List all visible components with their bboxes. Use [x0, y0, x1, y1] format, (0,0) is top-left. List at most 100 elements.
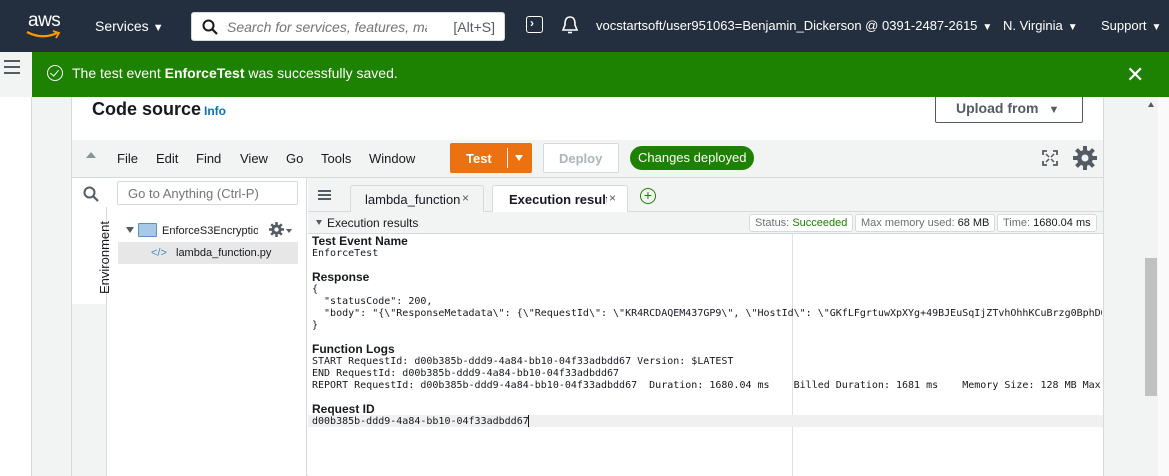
menu-edit[interactable]: Edit [156, 151, 178, 166]
status-label: Status: [755, 217, 790, 229]
aws-smile-icon [26, 30, 61, 39]
folder-settings-gear-icon[interactable] [269, 222, 284, 237]
caret-down-icon: ▼ [1048, 104, 1060, 116]
upload-from-label: Upload from [956, 100, 1039, 116]
menu-find[interactable]: Find [196, 151, 221, 166]
menu-go[interactable]: Go [286, 151, 303, 166]
info-link[interactable]: Info [204, 104, 226, 118]
response-heading: Response [312, 270, 370, 284]
python-file-icon: </> [151, 247, 167, 259]
log-line: REPORT RequestId: d00b385b-ddd9-4a84-bb1… [312, 380, 1101, 391]
close-icon[interactable]: ✕ [1126, 62, 1144, 88]
caret-down-icon: ▼ [152, 22, 164, 34]
hamburger-menu-icon[interactable] [4, 60, 20, 78]
memory-value: 68 MB [957, 217, 990, 229]
account-menu[interactable]: vocstartsoft/user951063=Benjamin_Dickers… [596, 18, 992, 33]
log-line: START RequestId: d00b385b-ddd9-4a84-bb10… [312, 356, 734, 367]
support-menu[interactable]: Support ▼ [1101, 18, 1161, 33]
memory-label: Max memory used: [861, 217, 955, 229]
menu-view[interactable]: View [240, 151, 268, 166]
max-memory-badge: Max memory used: 68 MB [855, 214, 996, 232]
tab-execution-results[interactable]: Execution results × [492, 185, 628, 213]
success-flash-banner: The test event EnforceTest was successfu… [32, 52, 1169, 97]
deploy-button[interactable]: Deploy [543, 143, 619, 173]
caret-down-icon: ▼ [1151, 22, 1162, 33]
menu-file[interactable]: File [117, 151, 138, 166]
add-tab-icon[interactable]: + [640, 188, 656, 204]
caret-down-icon[interactable] [286, 229, 292, 233]
code-source-title: Code source [92, 99, 202, 119]
caret-down-icon: ▼ [1067, 22, 1078, 33]
response-line: { [312, 284, 319, 295]
services-label: Services [95, 18, 149, 34]
tab-list-icon[interactable] [318, 190, 331, 202]
region-selector[interactable]: N. Virginia ▼ [1003, 18, 1078, 33]
test-button[interactable]: Test [450, 143, 532, 173]
test-dropdown-icon[interactable] [515, 155, 523, 161]
environment-tab-filler [72, 304, 107, 476]
aws-logo-text: aws [28, 10, 61, 31]
go-to-anything-input[interactable] [117, 181, 298, 205]
test-button-separator [507, 148, 508, 168]
expand-folder-icon[interactable] [126, 227, 134, 233]
collapse-results-icon[interactable] [316, 220, 322, 225]
status-value: Succeeded [792, 217, 848, 229]
event-name-value: EnforceTest [312, 248, 379, 259]
success-check-icon [47, 65, 63, 81]
response-line: } [312, 320, 319, 331]
aws-logo[interactable]: aws [26, 10, 66, 42]
execution-output [308, 234, 1103, 476]
menu-window[interactable]: Window [369, 151, 415, 166]
services-menu[interactable]: Services ▼ [95, 18, 164, 34]
log-line: END RequestId: d00b385b-ddd9-4a84-bb10-0… [312, 368, 620, 379]
response-line: "statusCode": 200, [312, 296, 433, 307]
tab-lambda-function[interactable]: lambda_function.py × [350, 185, 484, 212]
test-button-label: Test [466, 151, 492, 166]
caret-down-icon: ▼ [982, 22, 993, 33]
flash-event-name: EnforceTest [164, 65, 245, 81]
right-gutter [1104, 97, 1144, 476]
edge-strip [1158, 97, 1169, 476]
search-icon [83, 186, 99, 202]
duration-badge: Time: 1680.04 ms [997, 214, 1097, 232]
folder-icon [138, 223, 157, 237]
fullscreen-icon[interactable] [1042, 150, 1058, 166]
function-logs-heading: Function Logs [312, 342, 395, 356]
top-navigation-bar: aws Services▼ [Alt+S] › vocstartsoft/use… [0, 0, 1169, 52]
flash-message: The test event EnforceTest was successfu… [72, 65, 398, 81]
request-id-value: d00b385b-ddd9-4a84-bb10-04f33adbdd67 [312, 416, 529, 427]
account-label: vocstartsoft/user951063=Benjamin_Dickers… [596, 18, 978, 33]
search-shortcut-hint: [Alt+S] [453, 19, 495, 35]
status-badge: Status: Succeeded [749, 214, 854, 232]
flash-message-suffix: was successfully saved. [244, 65, 398, 81]
menu-tools[interactable]: Tools [321, 151, 351, 166]
response-line: "body": "{\"ResponseMetadata\": {\"Reque… [312, 308, 1102, 319]
time-label: Time: [1003, 217, 1031, 229]
tab-label: Execution results [509, 192, 607, 207]
tree-file-name[interactable]: lambda_function.py [176, 247, 271, 259]
search-icon [202, 19, 218, 35]
global-search-input[interactable] [227, 18, 427, 36]
flash-message-prefix: The test event [72, 65, 165, 81]
notifications-bell-icon[interactable] [561, 15, 579, 35]
cloudshell-icon[interactable]: › [526, 16, 543, 33]
time-value: 1680.04 ms [1033, 217, 1091, 229]
event-name-heading: Test Event Name [312, 234, 408, 248]
execution-results-title[interactable]: Execution results [327, 216, 418, 230]
close-tab-icon[interactable]: × [462, 191, 469, 205]
scroll-up-icon[interactable] [1148, 102, 1154, 107]
side-rail [0, 97, 32, 476]
upload-from-button[interactable]: Upload from ▼ [935, 97, 1083, 123]
support-label: Support [1101, 18, 1147, 33]
changes-deployed-badge: Changes deployed [630, 146, 755, 170]
request-id-heading: Request ID [312, 402, 375, 416]
scrollbar-thumb[interactable] [1145, 258, 1157, 396]
tab-label: lambda_function.py [365, 192, 461, 207]
settings-gear-icon[interactable] [1073, 146, 1097, 170]
close-tab-icon[interactable]: × [609, 191, 616, 205]
collapse-toolbar-icon[interactable] [86, 152, 96, 158]
global-search[interactable]: [Alt+S] [191, 12, 505, 41]
tree-folder-name[interactable]: EnforceS3Encryption [162, 225, 258, 237]
print-margin-line [792, 234, 793, 476]
environment-tab-label[interactable]: Environment [97, 221, 112, 294]
